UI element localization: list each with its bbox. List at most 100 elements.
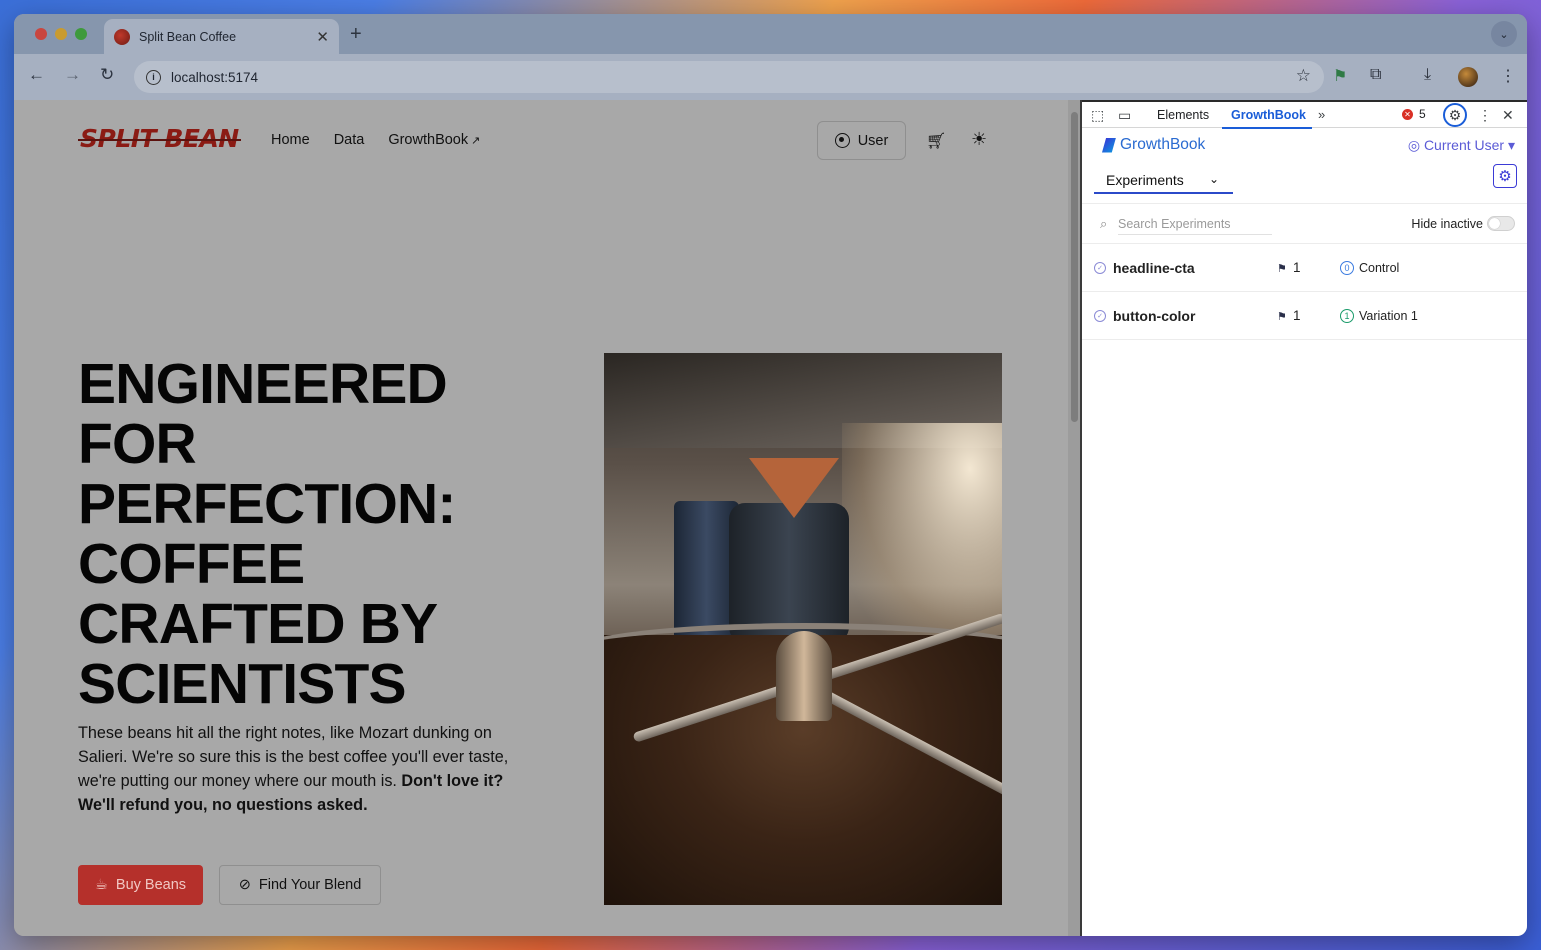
close-window-button[interactable] (35, 28, 47, 40)
search-icon: ⌕ (1100, 216, 1108, 231)
experiments-tab-select[interactable]: Experiments ⌄ (1094, 168, 1233, 194)
external-link-icon: ↗ (471, 135, 481, 147)
back-arrow-icon[interactable]: ← (28, 65, 45, 85)
user-circle-icon: ◎ (1407, 137, 1421, 153)
nav-link-growthbook-label: GrowthBook (388, 132, 469, 148)
devtools-panel: ⬚ ▭ Elements GrowthBook » ✕ 5 ⚙ ⋮ ✕ Grow… (1080, 100, 1527, 936)
variation-label: Control (1359, 261, 1400, 275)
device-toolbar-icon[interactable]: ▭ (1118, 107, 1131, 124)
site-favicon-icon (114, 28, 130, 45)
experiment-status-check-icon: ✓ (1094, 262, 1106, 274)
buy-beans-label: Buy Beans (115, 877, 187, 893)
error-icon: ✕ (1402, 108, 1413, 120)
more-tabs-chevron-icon[interactable]: » (1318, 107, 1325, 122)
growthbook-extension-icon[interactable]: ⚑ (1333, 66, 1347, 86)
flag-icon: ⚑ (1277, 263, 1287, 275)
growthbook-logo-icon (1102, 137, 1116, 153)
bookmark-star-icon[interactable]: ☆ (1296, 66, 1311, 86)
current-user-label: Current User (1423, 137, 1505, 153)
experiment-row[interactable]: ✓ headline-cta ⚑ 1 0 Control (1082, 244, 1527, 292)
experiment-search-row: ⌕ Hide inactive (1082, 204, 1527, 244)
devtools-tab-bar: ⬚ ▭ Elements GrowthBook » ✕ 5 ⚙ ⋮ ✕ (1082, 100, 1527, 129)
hero-body-copy: These beans hit all the right notes, lik… (78, 721, 528, 817)
download-icon[interactable]: ⤓ (1424, 66, 1431, 84)
tab-title: Split Bean Coffee (139, 29, 237, 44)
hide-inactive-toggle[interactable] (1487, 216, 1515, 231)
tab-elements[interactable]: Elements (1157, 108, 1209, 122)
headline-line: ENGINEERED (78, 352, 448, 416)
user-button-label: User (857, 132, 889, 149)
headline-line: CRAFTED BY (78, 592, 438, 656)
profile-avatar[interactable] (1458, 67, 1478, 87)
tab-search-chevron-icon[interactable]: ⌄ (1491, 21, 1517, 47)
hide-inactive-label: Hide inactive (1411, 217, 1483, 231)
variation-index-badge: 0 (1340, 261, 1354, 275)
user-button[interactable]: User (817, 121, 906, 160)
experiment-status-check-icon: ✓ (1094, 310, 1106, 322)
experiment-feature-count: 1 (1293, 308, 1301, 323)
minimize-window-button[interactable] (55, 28, 67, 40)
close-devtools-icon[interactable]: ✕ (1502, 107, 1514, 124)
growthbook-tabs: Experiments ⌄ ⚙ (1082, 164, 1527, 204)
find-your-blend-label: Find Your Blend (258, 877, 362, 893)
experiment-name: headline-cta (1113, 260, 1195, 276)
nav-link-home[interactable]: Home (271, 132, 310, 148)
blend-icon: ⊘ (238, 877, 251, 893)
browser-menu-kebab-icon[interactable]: ⋮ (1500, 66, 1516, 86)
headline-line: PERFECTION: (78, 472, 456, 536)
error-count: 5 (1419, 107, 1426, 121)
split-bean-logo[interactable]: SPLIT BEAN (78, 124, 241, 153)
devtools-menu-kebab-icon[interactable]: ⋮ (1478, 107, 1492, 124)
coffee-roaster-hero-image (604, 353, 1002, 905)
inspect-element-icon[interactable]: ⬚ (1091, 107, 1104, 124)
browser-tab[interactable]: Split Bean Coffee ✕ (104, 19, 339, 54)
experiment-name: button-color (1113, 308, 1196, 324)
close-tab-icon[interactable]: ✕ (316, 28, 329, 46)
new-tab-button[interactable]: + (350, 23, 362, 46)
window-controls (35, 28, 87, 40)
page-scrollbar-thumb[interactable] (1071, 112, 1078, 422)
maximize-window-button[interactable] (75, 28, 87, 40)
growthbook-settings-button[interactable]: ⚙ (1493, 164, 1517, 188)
growthbook-header: GrowthBook ◎ Current User ▾ (1082, 128, 1527, 164)
extensions-puzzle-icon[interactable]: ⧉ (1370, 66, 1381, 84)
growthbook-logo: GrowthBook (1102, 136, 1205, 154)
user-circle-icon (834, 133, 850, 148)
growthbook-logo-text: GrowthBook (1120, 136, 1206, 153)
tab-strip: Split Bean Coffee ✕ + ⌄ (14, 14, 1527, 54)
url-text: localhost:5174 (171, 69, 259, 85)
site-info-icon[interactable]: i (146, 69, 161, 85)
site-nav: Home Data GrowthBook ↗ (271, 132, 480, 148)
headline-line: COFFEE (78, 532, 305, 596)
buy-beans-button[interactable]: ☕︎ Buy Beans (78, 865, 203, 905)
variation-index-badge: 1 (1340, 309, 1354, 323)
search-experiments-input[interactable] (1118, 213, 1272, 235)
experiments-tab-label: Experiments (1106, 172, 1184, 188)
web-page: SPLIT BEAN Home Data GrowthBook ↗ User 🛒︎… (14, 100, 1080, 936)
address-bar[interactable]: i localhost:5174 ☆ (134, 61, 1324, 93)
find-your-blend-button[interactable]: ⊘ Find Your Blend (219, 865, 381, 905)
theme-toggle-sun-icon[interactable]: ☀ (971, 129, 987, 150)
chevron-down-icon: ⌄ (1208, 172, 1219, 186)
cart-icon[interactable]: 🛒︎ (926, 131, 946, 151)
error-count-badge[interactable]: ✕ 5 (1402, 107, 1426, 121)
coffee-cup-icon: ☕︎ (94, 877, 108, 893)
nav-link-growthbook[interactable]: GrowthBook ↗ (388, 132, 480, 148)
experiment-list: ✓ headline-cta ⚑ 1 0 Control ✓ button-co… (1082, 244, 1527, 340)
tab-growthbook[interactable]: GrowthBook (1231, 108, 1306, 122)
variation-label: Variation 1 (1359, 309, 1418, 323)
headline-line: SCIENTISTS (78, 652, 407, 716)
nav-link-data[interactable]: Data (334, 132, 365, 148)
current-user-dropdown[interactable]: ◎ Current User ▾ (1408, 137, 1515, 154)
caret-down-icon: ▾ (1507, 137, 1515, 153)
page-scrollbar[interactable] (1068, 100, 1080, 936)
devtools-settings-gear-icon[interactable]: ⚙ (1443, 103, 1467, 127)
experiment-feature-count: 1 (1293, 260, 1301, 275)
experiment-row[interactable]: ✓ button-color ⚑ 1 1 Variation 1 (1082, 292, 1527, 340)
reload-icon[interactable]: ↻ (100, 65, 114, 85)
headline-line: FOR (78, 412, 197, 476)
browser-window: Split Bean Coffee ✕ + ⌄ ← → ↻ i localhos… (14, 14, 1527, 936)
browser-toolbar: ← → ↻ i localhost:5174 ☆ ⚑ ⧉ ⤓ ⋮ (14, 54, 1527, 100)
hero-headline: ENGINEERED FOR PERFECTION: COFFEE CRAFTE… (78, 354, 558, 714)
forward-arrow-icon[interactable]: → (64, 65, 81, 85)
